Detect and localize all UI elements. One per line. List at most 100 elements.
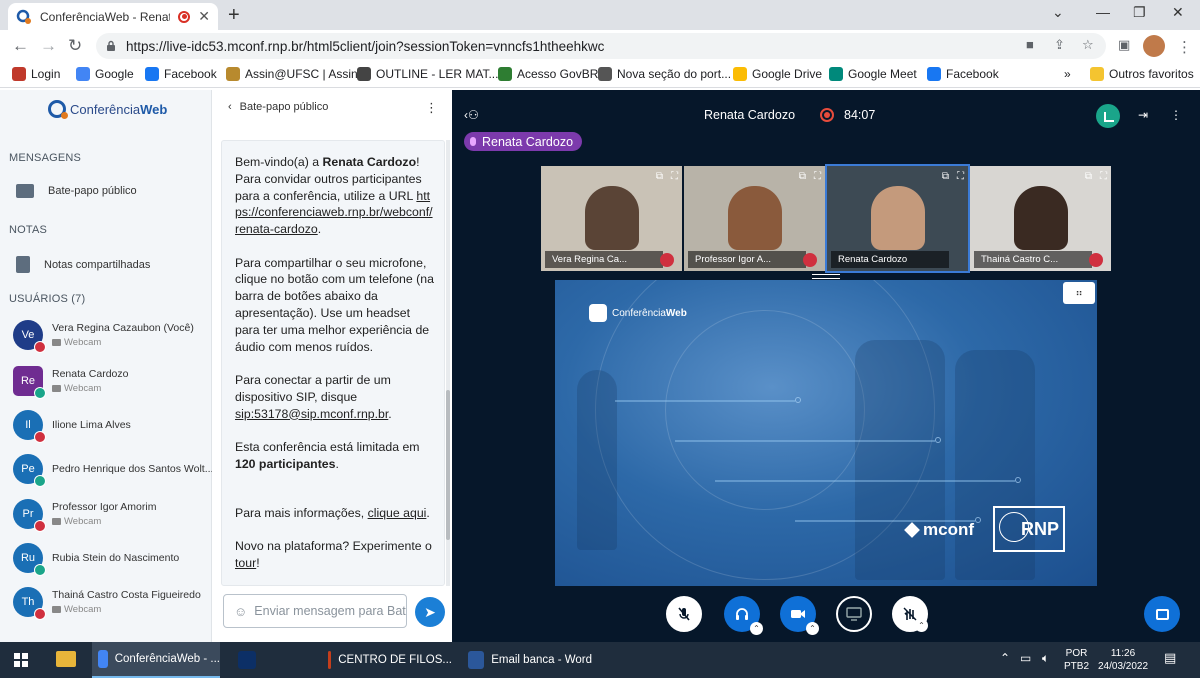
bookmark-item[interactable]: OUTLINE - LER MAT...: [357, 67, 498, 81]
sidebar-item-public-chat[interactable]: Bate-papo público: [16, 184, 137, 198]
windows-start-icon[interactable]: [14, 653, 28, 667]
headphones-icon: [736, 608, 748, 620]
more-info-link[interactable]: clique aqui: [368, 506, 427, 520]
bookmark-item[interactable]: Google Meet: [829, 67, 917, 81]
bookmark-item[interactable]: Google: [76, 67, 134, 81]
tour-link[interactable]: tour: [235, 556, 256, 570]
user-status-label: Webcam: [64, 383, 102, 394]
taskbar-item[interactable]: Email banca - Word: [462, 642, 592, 678]
tray-overflow-icon[interactable]: ⌃: [1000, 652, 1010, 665]
other-bookmarks[interactable]: Outros favoritos: [1090, 67, 1194, 81]
close-window-icon[interactable]: ✕: [1172, 4, 1184, 21]
bookmark-item[interactable]: Login: [12, 67, 60, 81]
raise-hand-button[interactable]: ⌃: [892, 596, 928, 632]
emoji-icon[interactable]: ☺: [234, 604, 247, 619]
back-icon[interactable]: ←: [12, 36, 29, 56]
sidebar-item-shared-notes[interactable]: Notas compartilhadas: [16, 256, 150, 273]
taskbar-item[interactable]: [232, 642, 272, 678]
fullscreen-icon[interactable]: ⛶: [814, 171, 821, 182]
network-icon[interactable]: ▭: [1020, 652, 1031, 665]
restore-icon[interactable]: ❐: [1133, 4, 1146, 21]
language-indicator[interactable]: POR PTB2: [1064, 647, 1089, 673]
fullscreen-icon[interactable]: ⛶: [671, 171, 678, 182]
webcam-options-icon[interactable]: ⌃: [806, 622, 819, 635]
minimize-icon[interactable]: —: [1096, 4, 1110, 20]
bookmark-item[interactable]: Assin@UFSC | Assin...: [226, 67, 368, 81]
fullscreen-icon[interactable]: ⛶: [1100, 171, 1107, 182]
video-tile[interactable]: ⧉ ⛶ Renata Cardozo: [825, 164, 970, 273]
new-tab-icon[interactable]: +: [228, 4, 240, 27]
reload-icon[interactable]: ↻: [68, 36, 82, 56]
user-status: Webcam: [52, 516, 156, 527]
user-status: Webcam: [52, 383, 128, 394]
reactions-options-icon[interactable]: ⌃: [915, 619, 928, 632]
fullscreen-icon[interactable]: ⛶: [957, 171, 964, 182]
chat-message-input[interactable]: ☺ Enviar mensagem para Bate-papo público: [223, 594, 407, 628]
webcam-icon: [52, 385, 61, 392]
share-icon[interactable]: ⇪: [1054, 37, 1065, 53]
chat-messages: Bem-vindo(a) a Renata Cardozo! Para conv…: [221, 140, 445, 586]
user-list-item[interactable]: Pr Professor Igor Amorim Webcam: [13, 499, 156, 532]
mute-microphone-button[interactable]: [666, 596, 702, 632]
user-list-item[interactable]: Ru Rubia Stein do Nascimento: [13, 543, 179, 576]
sip-link[interactable]: sip:53178@sip.mconf.rnp.br: [235, 407, 388, 421]
file-explorer-icon[interactable]: [56, 651, 76, 667]
user-list-item[interactable]: Ve Vera Regina Cazaubon (Você) Webcam: [13, 320, 194, 353]
chat-options-icon[interactable]: ⋮: [425, 100, 438, 116]
browser-tab[interactable]: ConferênciaWeb - Renata Ca ✕: [8, 3, 218, 30]
browser-menu-icon[interactable]: ⋮: [1177, 38, 1192, 56]
bookmark-item[interactable]: Facebook: [145, 67, 217, 81]
bookmark-item[interactable]: Facebook: [927, 67, 999, 81]
video-tile[interactable]: ⧉ ⛶ Vera Regina Ca...: [541, 166, 682, 271]
user-list-item[interactable]: Th Thainá Castro Costa Figueiredo Webcam: [13, 587, 201, 620]
popout-icon[interactable]: ⧉: [656, 171, 663, 182]
bookmark-item[interactable]: Google Drive: [733, 67, 822, 81]
bookmark-item[interactable]: Nova seção do port...: [598, 67, 731, 81]
forward-icon[interactable]: →: [40, 36, 57, 56]
chat-title: Bate-papo público: [239, 101, 329, 113]
audio-options-icon[interactable]: ⌃: [750, 622, 763, 635]
bookmark-item[interactable]: Acesso GovBR: [498, 67, 598, 81]
leave-meeting-icon[interactable]: ⇥: [1138, 108, 1148, 122]
volume-icon[interactable]: 🔈︎: [1042, 652, 1049, 665]
taskbar-item[interactable]: ConferênciaWeb - ...: [92, 642, 220, 678]
chat-panel: ‹ Bate-papo público ⋮ Bem-vindo(a) a Ren…: [212, 90, 452, 642]
chat-header[interactable]: ‹ Bate-papo público: [228, 101, 328, 113]
user-list-item[interactable]: Pe Pedro Henrique dos Santos Wolt...: [13, 454, 213, 487]
minimize-presentation-button[interactable]: ⠶: [1063, 282, 1095, 304]
webcam-button[interactable]: ⌃: [780, 596, 819, 635]
user-list-item[interactable]: Il Ilione Lima Alves: [13, 410, 131, 443]
profile-avatar[interactable]: [1143, 35, 1165, 57]
tab-search-icon[interactable]: ⌄: [1052, 4, 1064, 21]
chevron-left-icon[interactable]: ‹: [228, 101, 232, 113]
popout-icon[interactable]: ⧉: [1085, 171, 1092, 182]
close-tab-icon[interactable]: ✕: [198, 8, 210, 25]
connection-status-icon[interactable]: [1096, 104, 1120, 128]
video-tile[interactable]: ⧉ ⛶ Thainá Castro C...: [970, 166, 1111, 271]
side-panel-icon[interactable]: ▣: [1118, 37, 1130, 53]
popout-icon[interactable]: ⧉: [799, 171, 806, 182]
taskbar-item[interactable]: CENTRO DE FILOS...: [322, 642, 452, 678]
share-screen-button[interactable]: [836, 596, 872, 632]
popout-icon[interactable]: ⧉: [942, 171, 949, 182]
audio-button[interactable]: ⌃: [724, 596, 763, 635]
notes-icon: [16, 256, 30, 273]
notifications-icon[interactable]: ▤: [1164, 651, 1176, 664]
toggle-presentation-button[interactable]: [1144, 596, 1180, 632]
chat-scrollbar[interactable]: [446, 140, 450, 586]
send-message-button[interactable]: ➤: [415, 597, 445, 627]
meeting-options-icon[interactable]: ⋮: [1170, 108, 1182, 122]
toggle-user-list-icon[interactable]: ‹⚇: [464, 108, 479, 122]
video-resize-handle[interactable]: [812, 274, 840, 279]
talking-indicator[interactable]: Renata Cardozo: [464, 132, 583, 151]
bookmark-star-icon[interactable]: ☆: [1082, 37, 1094, 53]
user-list-item[interactable]: Re Renata Cardozo Webcam: [13, 366, 128, 399]
omnibox[interactable]: https://live-idc53.mconf.rnp.br/html5cli…: [96, 33, 1106, 59]
recording-indicator-icon[interactable]: [820, 108, 834, 122]
video-tile[interactable]: ⧉ ⛶ Professor Igor A...: [684, 166, 825, 271]
clock[interactable]: 11:26 24/03/2022: [1098, 647, 1148, 673]
hand-icon: [903, 607, 917, 621]
camera-in-use-icon[interactable]: ■: [1026, 37, 1034, 52]
avatar: Ru: [13, 543, 46, 576]
bookmarks-overflow-icon[interactable]: »: [1064, 67, 1071, 81]
